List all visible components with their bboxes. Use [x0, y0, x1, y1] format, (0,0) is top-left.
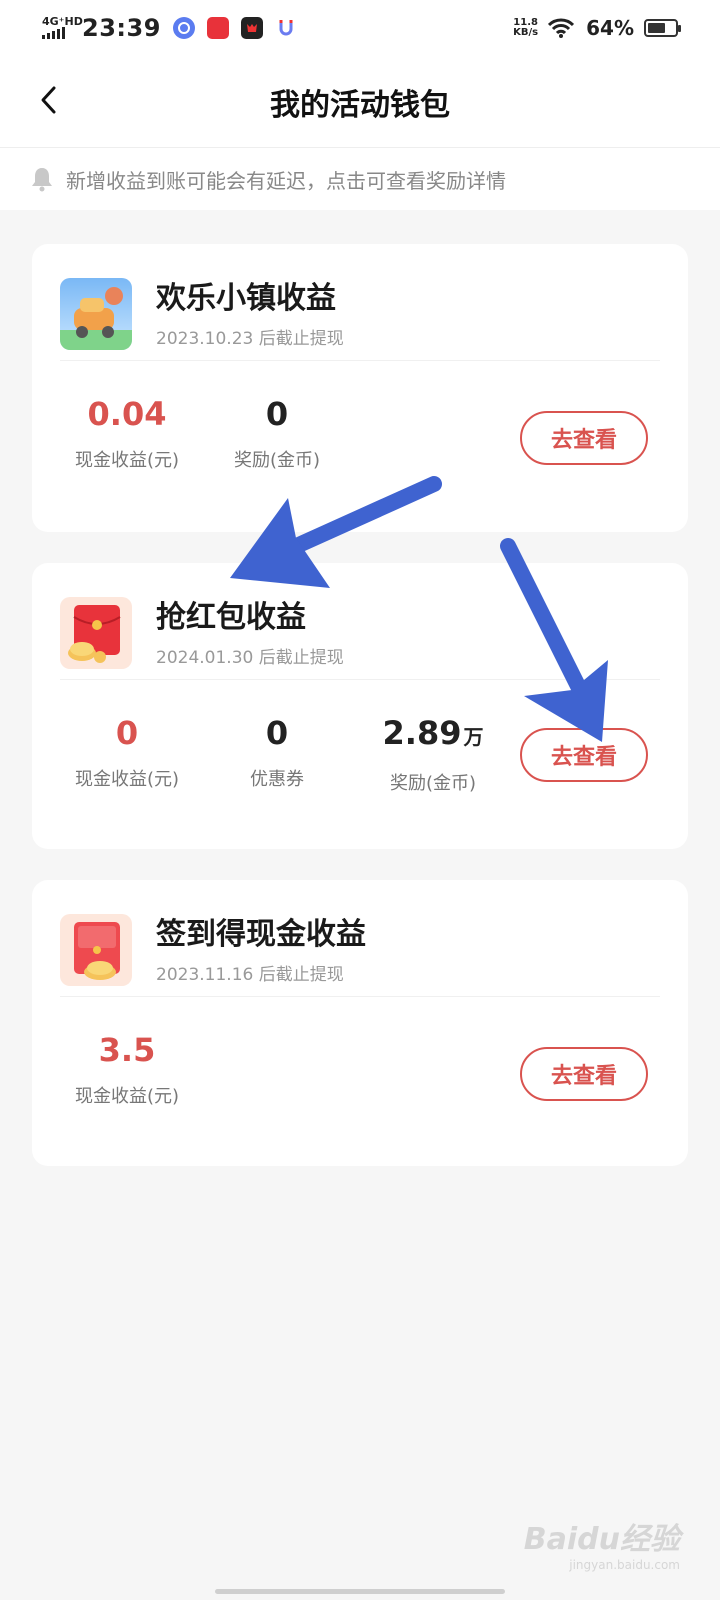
battery-fill: [648, 23, 665, 33]
cash-earnings-value: 3.5: [98, 1031, 156, 1069]
card-deadline: 2023.11.16 后截止提现: [156, 964, 344, 985]
wallet-card-red-packet[interactable]: 抢红包收益 2024.01.30 后截止提现 0 现金收益(元) 0 优惠券 2…: [32, 563, 688, 849]
view-details-button[interactable]: 去查看: [520, 728, 648, 782]
game-app-icon: [240, 17, 263, 39]
battery-percent: 64%: [586, 16, 634, 40]
clock: 23:39: [82, 14, 161, 42]
signal-icon: [42, 26, 65, 39]
view-details-button[interactable]: 去查看: [520, 411, 648, 465]
bell-icon: [32, 168, 52, 192]
network-type: 4G⁺HD: [42, 14, 83, 28]
card-divider: [60, 360, 660, 361]
coupon-stat: 0 优惠券: [216, 713, 338, 791]
battery-icon: [644, 19, 681, 37]
cash-earnings-label: 现金收益(元): [74, 769, 180, 790]
speed-unit: KB/s: [513, 27, 539, 38]
wallet-card-checkin-cash[interactable]: 签到得现金收益 2023.11.16 后截止提现 3.5 现金收益(元) 去查看: [32, 880, 688, 1166]
home-indicator[interactable]: [215, 1589, 505, 1594]
view-details-button[interactable]: 去查看: [520, 1047, 648, 1101]
coin-reward-value: 2.89 万: [368, 713, 498, 757]
coin-reward-label: 奖励(金币): [233, 450, 321, 471]
cash-earnings-value: 0: [115, 714, 139, 752]
wallet-card-happy-town[interactable]: 欢乐小镇收益 2023.10.23 后截止提现 0.04 现金收益(元) 0 奖…: [32, 244, 688, 532]
checkin-cash-thumbnail: [60, 914, 132, 986]
cash-earnings-stat: 3.5 现金收益(元): [62, 1030, 192, 1108]
card-deadline: 2023.10.23 后截止提现: [156, 328, 344, 349]
card-title: 签到得现金收益: [156, 916, 366, 952]
card-title: 抢红包收益: [156, 599, 306, 635]
watermark-logo: Baidu经验: [523, 1522, 680, 1557]
cash-earnings-stat: 0.04 现金收益(元): [62, 394, 192, 472]
coin-reward-unit: 万: [463, 725, 484, 749]
status-bar: 4G⁺HD 23:39 11.8 KB/s 64%: [0, 0, 720, 56]
card-deadline: 2024.01.30 后截止提现: [156, 647, 344, 668]
page-title: 我的活动钱包: [270, 87, 450, 123]
watermark-url: jingyan.baidu.com: [569, 1558, 680, 1572]
shopping-app-icon: [206, 17, 229, 39]
cash-earnings-stat: 0 现金收益(元): [62, 713, 192, 791]
coupon-label: 优惠券: [250, 769, 304, 790]
card-divider: [60, 996, 660, 997]
nav-header: 我的活动钱包: [0, 56, 720, 148]
back-button[interactable]: [28, 78, 68, 122]
coupon-value: 0: [265, 714, 289, 752]
coin-reward-stat: 2.89 万 奖励(金币): [368, 713, 498, 795]
chevron-left-icon: [41, 86, 56, 114]
cash-earnings-label: 现金收益(元): [74, 450, 180, 471]
coin-reward-number: 2.89: [382, 714, 462, 752]
coin-reward-value: 0: [265, 395, 289, 433]
network-speed: 11.8 KB/s: [513, 18, 538, 38]
magnet-icon: [275, 17, 297, 39]
baidu-watermark: Baidu经验 jingyan.baidu.com: [524, 1514, 680, 1572]
coin-reward-stat: 0 奖励(金币): [216, 394, 338, 472]
card-title: 欢乐小镇收益: [156, 280, 336, 316]
wifi-icon: [548, 18, 575, 38]
card-divider: [60, 679, 660, 680]
browser-app-icon: [172, 17, 195, 39]
cash-earnings-label: 现金收益(元): [74, 1086, 180, 1107]
coin-reward-label: 奖励(金币): [389, 773, 477, 794]
red-packet-thumbnail: [60, 597, 132, 669]
notice-bar: 新增收益到账可能会有延迟，点击可查看奖励详情: [0, 148, 720, 210]
happy-town-thumbnail: [60, 278, 132, 350]
cash-earnings-value: 0.04: [87, 395, 167, 433]
notice-text: 新增收益到账可能会有延迟，点击可查看奖励详情: [66, 168, 506, 193]
network-indicator: 4G⁺HD: [42, 14, 83, 41]
